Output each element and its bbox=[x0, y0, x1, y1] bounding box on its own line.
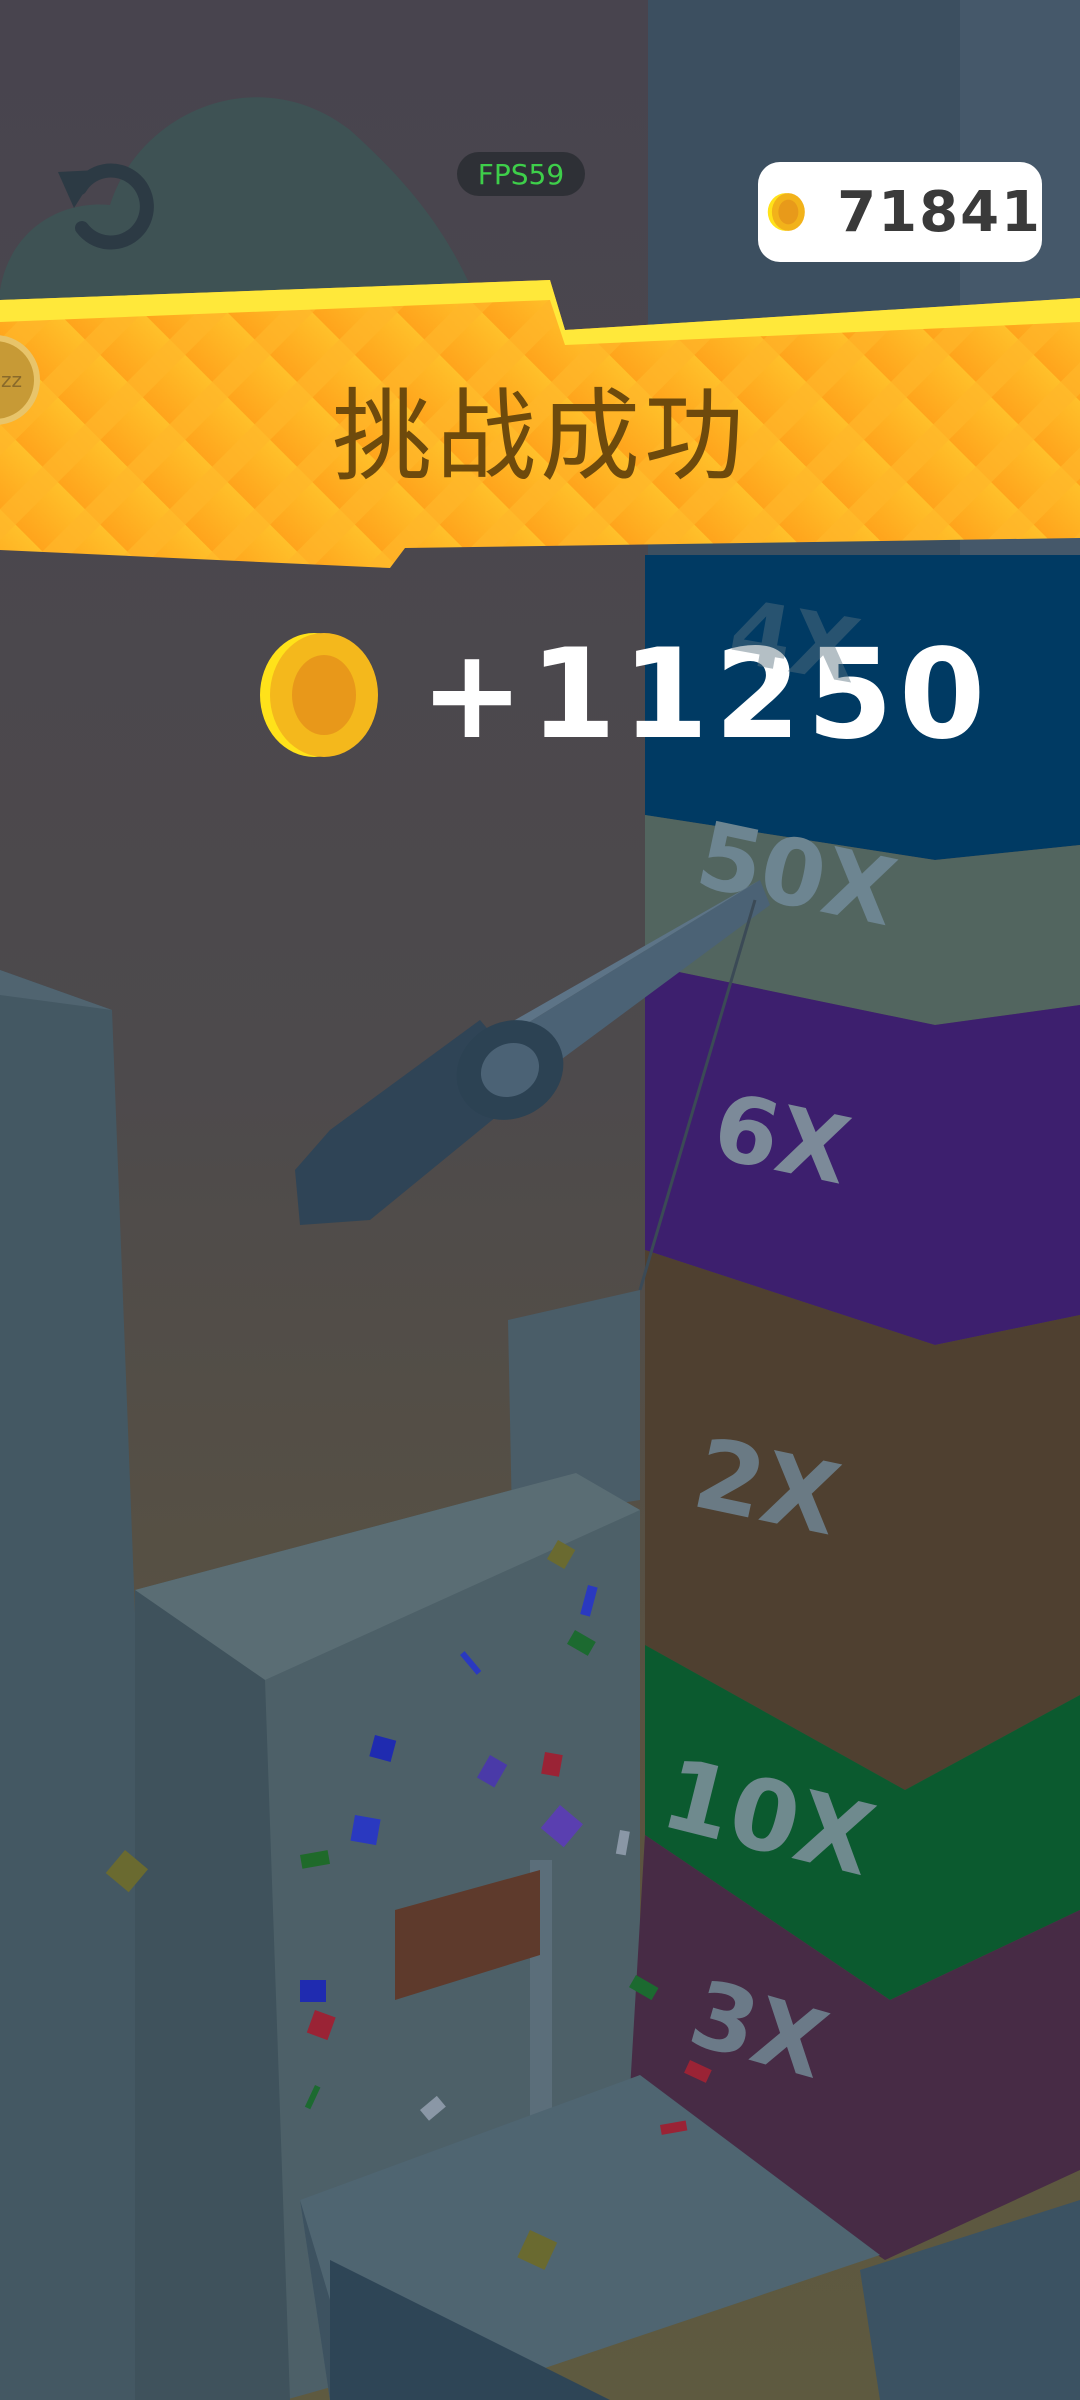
restart-button[interactable] bbox=[52, 150, 162, 260]
tower-label-4x: 4X bbox=[722, 579, 868, 704]
result-banner-title: 挑战成功 bbox=[332, 378, 748, 495]
coin-balance: 71841 bbox=[837, 179, 1042, 245]
reward-amount: +11250 bbox=[420, 623, 992, 767]
coin-icon bbox=[260, 633, 378, 757]
coin-counter: 71841 bbox=[758, 162, 1042, 262]
fps-indicator: FPS59 bbox=[457, 152, 585, 196]
restart-icon bbox=[58, 163, 154, 250]
reward-display: +11250 bbox=[258, 623, 991, 767]
coin-icon bbox=[767, 193, 805, 231]
